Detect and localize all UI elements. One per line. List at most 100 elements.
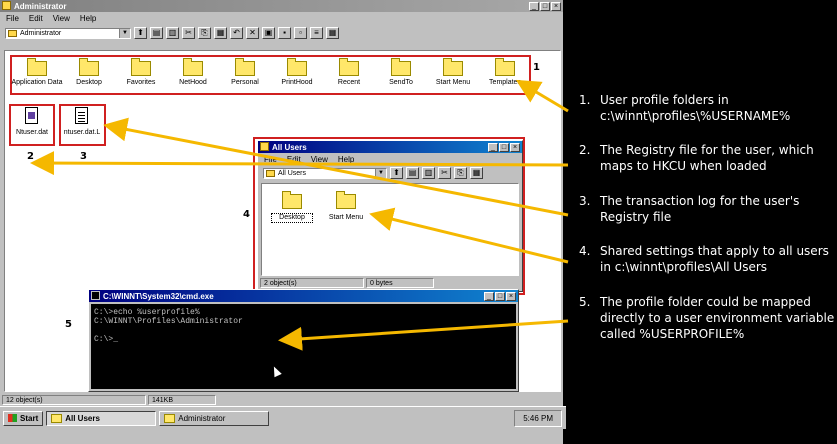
annotation-text-path: c:\winnt\profiles\%USERNAME% (600, 109, 791, 123)
folder-item-printhood[interactable]: PrintHood (271, 58, 323, 97)
chevron-down-icon[interactable]: ▼ (119, 28, 130, 38)
file-item-ntuser-log[interactable]: ntuser.dat.L (60, 107, 105, 143)
explorer-menubar: File Edit View Help (0, 12, 563, 25)
menu-edit[interactable]: Edit (29, 14, 43, 23)
annotation-text: The profile folder could be mapped (600, 295, 811, 309)
annotation-number: 5. (579, 295, 591, 309)
cmd-titlebar[interactable]: C:\WINNT\System32\cmd.exe _ □ × (89, 290, 518, 302)
list-view-button[interactable]: ≡ (310, 27, 323, 39)
folder-label: Personal (231, 79, 259, 86)
cmd-icon[interactable] (91, 291, 100, 300)
annotation-number: 4. (579, 244, 591, 258)
callout-number-1: 1 (533, 62, 540, 73)
annotation-1: 1. User profile folders in c:\winnt\profi… (579, 92, 837, 132)
folder-icon (183, 58, 203, 76)
small-icons-button[interactable]: ▫ (294, 27, 307, 39)
task-administrator[interactable]: Administrator (159, 410, 270, 426)
folder-icon (287, 58, 307, 76)
menu-file[interactable]: File (6, 14, 19, 23)
text-file-icon (75, 107, 88, 124)
task-label: Administrator (178, 413, 226, 423)
paste-button[interactable]: ▦ (214, 27, 227, 39)
registry-file-icon (25, 107, 38, 124)
annotation-text: The transaction log for the user's (600, 194, 800, 208)
maximize-button[interactable]: □ (540, 1, 550, 11)
annotation-text: The Registry file for the user, which (600, 143, 814, 157)
callout-number-2: 2 (27, 151, 34, 162)
taskbar-clock: 5:46 PM (514, 409, 562, 427)
file-label: Ntuser.dat (16, 129, 48, 136)
cmd-console[interactable]: C:\>echo %userprofile% C:\WINNT\Profiles… (91, 304, 516, 389)
highlight-box-all-users (253, 137, 525, 295)
map-drive-button[interactable]: ▤ (150, 27, 163, 39)
folder-item-desktop[interactable]: Desktop (63, 58, 115, 97)
annotation-number: 1. (579, 93, 591, 107)
menu-help[interactable]: Help (80, 14, 96, 23)
start-label: Start (20, 413, 39, 423)
status-object-count: 12 object(s) (2, 395, 146, 405)
details-view-button[interactable]: ▦ (326, 27, 339, 39)
close-button[interactable]: × (551, 1, 561, 11)
folder-icon (339, 58, 359, 76)
windows-logo-icon (8, 414, 17, 422)
annotation-number: 2. (579, 143, 591, 157)
folder-item-sendto[interactable]: SendTo (375, 58, 427, 97)
folder-item-application-data[interactable]: Application Data (11, 58, 63, 97)
annotation-2: 2. The Registry file for the user, which… (579, 142, 837, 182)
annotation-text: in c:\winnt\profiles\All Users (600, 260, 768, 274)
folder-item-nethood[interactable]: NetHood (167, 58, 219, 97)
file-label: ntuser.dat.L (63, 129, 101, 136)
folder-label: Desktop (76, 79, 102, 86)
folder-icon (79, 58, 99, 76)
large-icons-button[interactable]: ▪ (278, 27, 291, 39)
folder-item-start-menu[interactable]: Start Menu (427, 58, 479, 97)
undo-button[interactable]: ↶ (230, 27, 243, 39)
folder-icon[interactable] (2, 1, 11, 10)
annotation-text: maps to HKCU when loaded (600, 159, 767, 173)
address-combo[interactable]: Administrator ▼ (5, 27, 131, 39)
folder-icon (235, 58, 255, 76)
maximize-button[interactable]: □ (495, 291, 505, 301)
folder-icon (27, 58, 47, 76)
folder-icon (391, 58, 411, 76)
folder-item-favorites[interactable]: Favorites (115, 58, 167, 97)
annotation-text: called %USERPROFILE% (600, 327, 745, 341)
disconnect-drive-button[interactable]: ▥ (166, 27, 179, 39)
properties-button[interactable]: ▣ (262, 27, 275, 39)
minimize-button[interactable]: _ (529, 1, 539, 11)
folder-label: NetHood (179, 79, 207, 86)
file-item-ntuser-dat[interactable]: Ntuser.dat (10, 107, 54, 143)
copy-button[interactable]: ⎘ (198, 27, 211, 39)
start-button[interactable]: Start (3, 410, 44, 426)
folder-label: PrintHood (281, 79, 313, 86)
folder-item-recent[interactable]: Recent (323, 58, 375, 97)
folder-label: Application Data (11, 79, 63, 86)
minimize-button[interactable]: _ (484, 291, 494, 301)
annotation-4: 4. Shared settings that apply to all use… (579, 243, 837, 283)
up-folder-button[interactable]: ⬆ (134, 27, 147, 39)
cmd-title: C:\WINNT\System32\cmd.exe (103, 291, 214, 301)
delete-button[interactable]: ✕ (246, 27, 259, 39)
annotation-text: Shared settings that apply to all users (600, 244, 829, 258)
folder-item-personal[interactable]: Personal (219, 58, 271, 97)
close-button[interactable]: × (506, 291, 516, 301)
folder-icon (164, 413, 176, 423)
annotation-number: 3. (579, 194, 591, 208)
annotation-3: 3. The transaction log for the user's Reg… (579, 193, 837, 233)
annotation-text: Registry file (600, 210, 672, 224)
callout-number-4: 4 (243, 209, 250, 220)
folder-label: Start Menu (435, 79, 471, 86)
folder-icon (131, 58, 151, 76)
folder-item-templates[interactable]: Templates (479, 58, 531, 97)
menu-view[interactable]: View (53, 14, 70, 23)
explorer-title: Administrator (14, 1, 67, 11)
task-all-users[interactable]: All Users (46, 410, 157, 426)
folder-icon (443, 58, 463, 76)
folder-label: Favorites (126, 79, 156, 86)
annotation-text: User profile folders in (600, 93, 729, 107)
cut-button[interactable]: ✂ (182, 27, 195, 39)
folder-icon (495, 58, 515, 76)
explorer-titlebar[interactable]: Administrator _ □ × (0, 0, 563, 12)
callout-number-3: 3 (80, 151, 87, 162)
folder-label: Recent (337, 79, 361, 86)
